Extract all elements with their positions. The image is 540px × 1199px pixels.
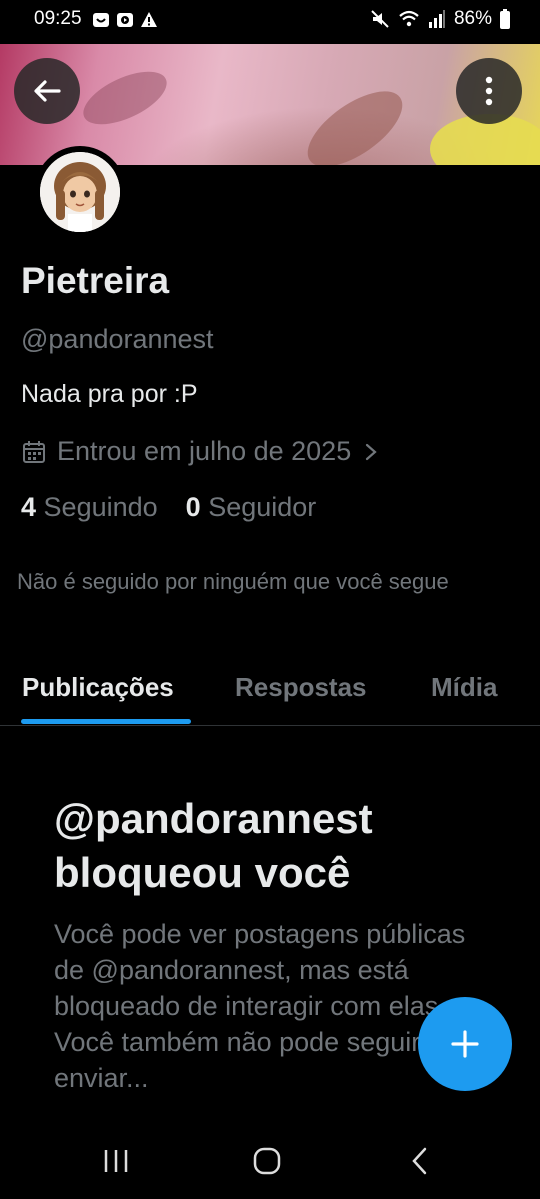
status-time: 09:25 [34, 8, 82, 29]
joined-date-row[interactable]: Entrou em julho de 2025 [21, 436, 381, 467]
system-navigation-bar [0, 1119, 540, 1199]
system-back-button[interactable] [390, 1141, 450, 1181]
signal-icon [428, 10, 445, 28]
battery-icon [500, 9, 510, 29]
followers-link[interactable]: 0 Seguidor [186, 492, 317, 523]
battery-percent: 86% [453, 8, 492, 29]
active-tab-indicator [21, 719, 191, 724]
display-name: Pietreira [21, 260, 170, 301]
plus-icon [451, 1030, 479, 1058]
banner-art-shape [295, 76, 415, 165]
followers-label: Seguidor [208, 492, 317, 522]
status-bar: 09:25 86% [0, 0, 540, 44]
joined-date-text: Entrou em julho de 2025 [57, 436, 352, 466]
calendar-icon [23, 440, 45, 463]
mutual-followers-note: Não é seguido por ninguém que você segue [17, 569, 449, 594]
username-handle: @pandorannest [21, 324, 214, 354]
more-options-button[interactable] [456, 58, 522, 124]
status-icons-right: 86% [370, 8, 510, 30]
follow-stats: 4 Seguindo 0 Seguidor [21, 492, 316, 523]
home-icon [253, 1147, 281, 1175]
blocked-description: Você pode ver postagens públicas de @pan… [54, 919, 466, 1093]
profile-tabs: Publicações Respostas Mídia [0, 664, 540, 726]
following-link[interactable]: 4 Seguindo [21, 492, 158, 523]
warning-icon [141, 12, 157, 27]
chevron-right-icon [366, 443, 377, 460]
following-count: 4 [21, 492, 37, 522]
status-icons-left [92, 11, 158, 29]
profile-bio: Nada pra por :P [21, 380, 198, 408]
banner-art-shape [75, 60, 175, 136]
recent-apps-button[interactable] [86, 1141, 146, 1181]
recent-apps-icon [104, 1150, 128, 1172]
chevron-left-icon [412, 1147, 427, 1175]
followers-count: 0 [185, 492, 201, 522]
wifi-icon [399, 10, 419, 27]
tab-midia[interactable]: Mídia [431, 672, 497, 703]
youtube-icon [117, 13, 133, 27]
tab-respostas[interactable]: Respostas [235, 672, 367, 703]
back-button[interactable] [14, 58, 80, 124]
blocked-title: @pandorannest bloqueou você [54, 795, 373, 896]
compose-button[interactable] [418, 997, 512, 1091]
back-arrow-icon [34, 80, 61, 102]
mute-icon [371, 10, 389, 28]
following-label: Seguindo [43, 492, 158, 522]
more-vertical-icon [485, 76, 493, 106]
tab-publicacoes[interactable]: Publicações [22, 672, 174, 703]
notification-icon [93, 13, 109, 27]
avatar-image [40, 152, 120, 232]
home-button[interactable] [237, 1141, 297, 1181]
avatar[interactable] [34, 146, 126, 238]
